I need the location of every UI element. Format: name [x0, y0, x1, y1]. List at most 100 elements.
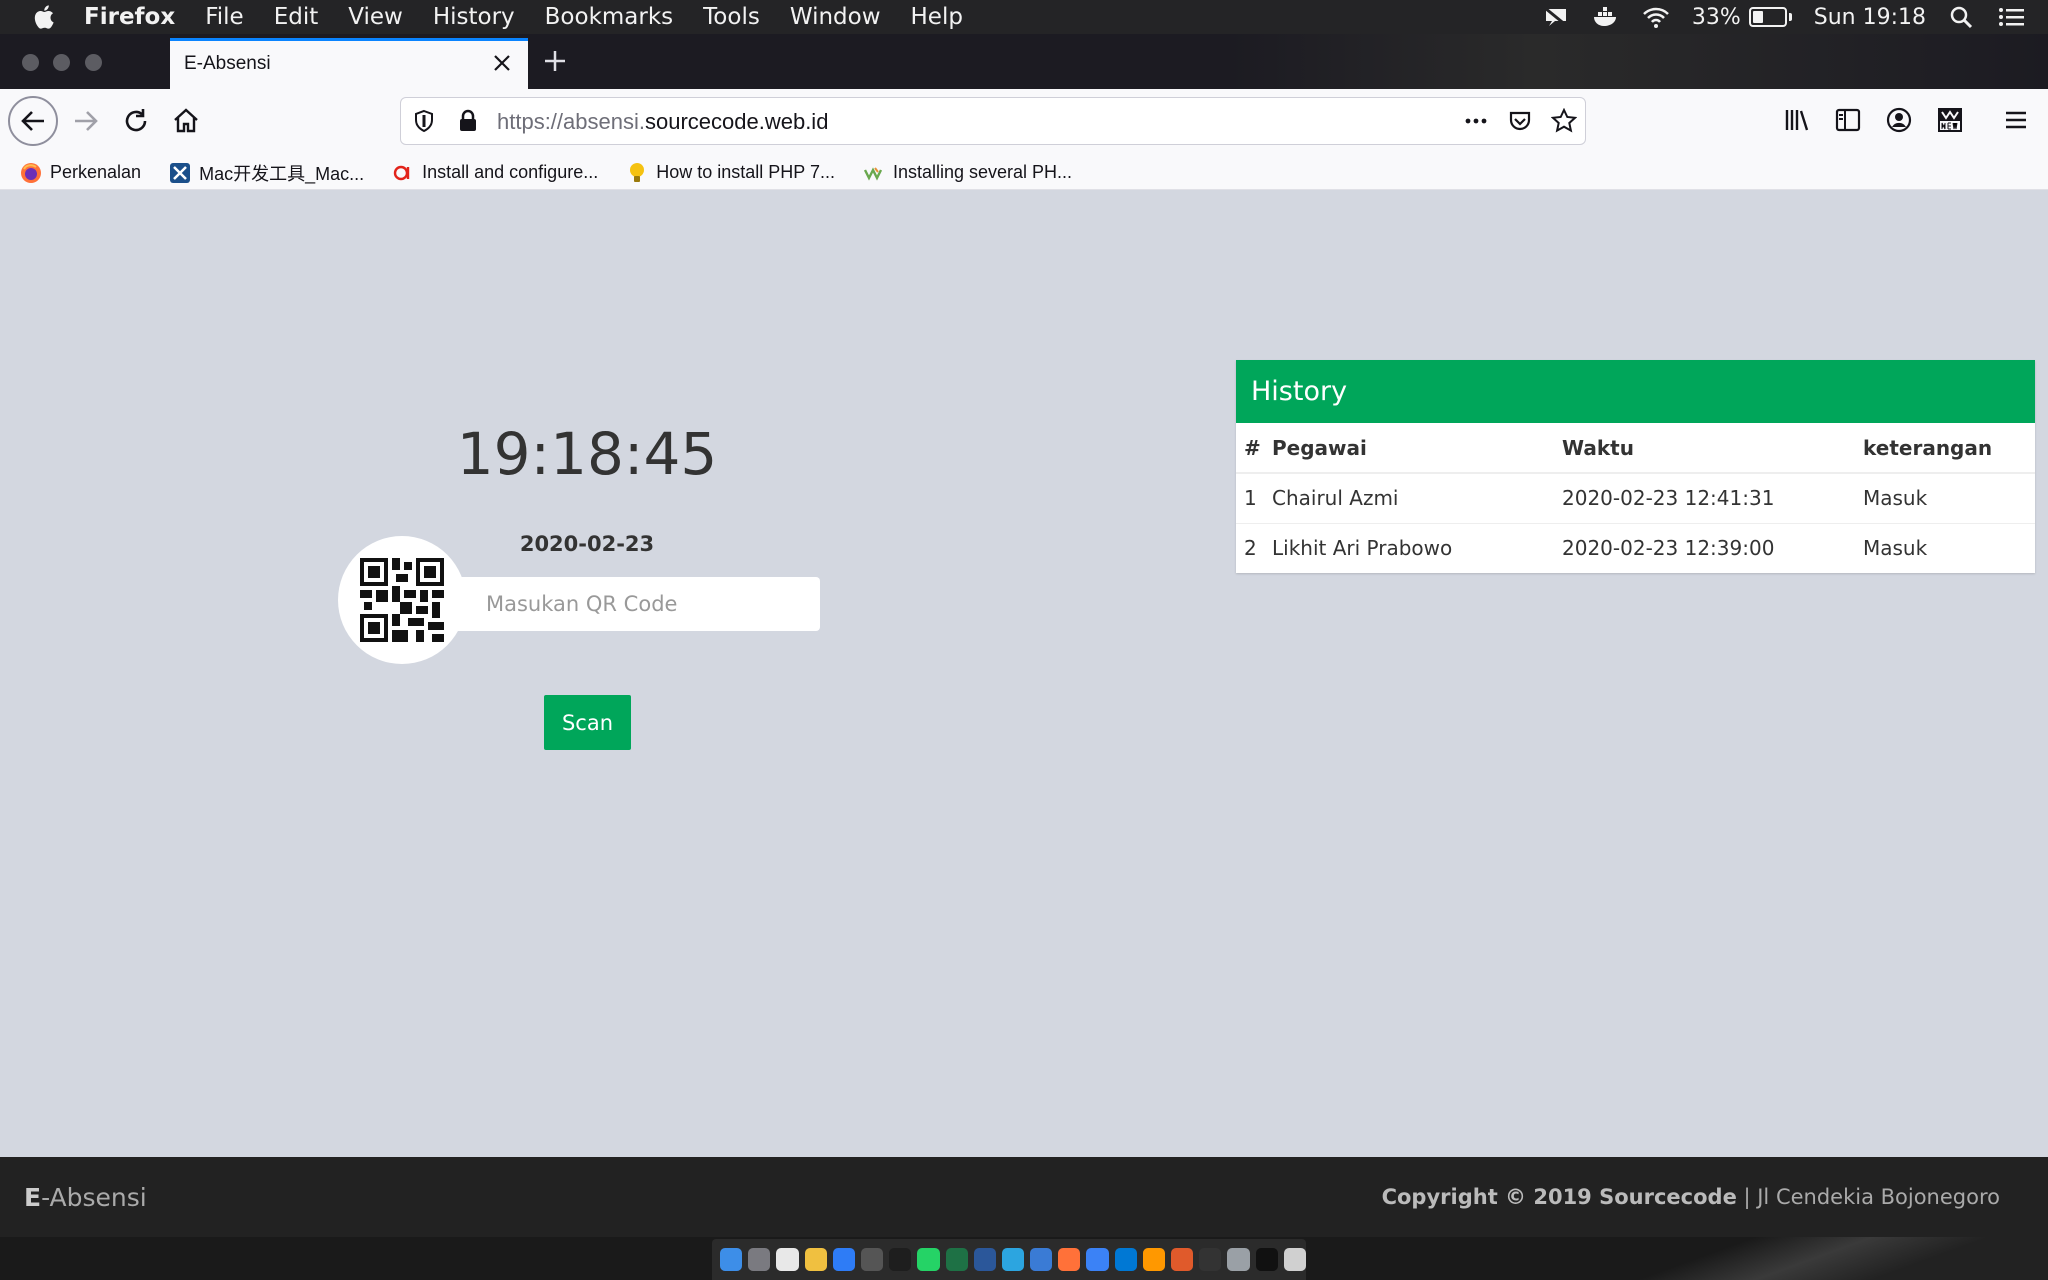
reload-icon — [125, 109, 147, 132]
cell-pegawai: Likhit Ari Prabowo — [1264, 522, 1554, 573]
dock-app-icon[interactable] — [917, 1248, 940, 1271]
back-button[interactable] — [8, 96, 58, 146]
menu-help[interactable]: Help — [911, 4, 963, 30]
dock-app-icon[interactable] — [1199, 1248, 1222, 1271]
tracking-shield-icon[interactable] — [411, 108, 437, 134]
dock-app-icon[interactable] — [832, 1248, 855, 1271]
window-zoom-button[interactable] — [85, 54, 102, 71]
bookmark-label: Mac开发工具_Mac... — [199, 163, 365, 184]
forward-button[interactable] — [62, 97, 110, 145]
bookmark-perkenalan[interactable]: Perkenalan — [20, 162, 141, 184]
dock-app-icon[interactable] — [860, 1248, 884, 1271]
menu-app-firefox[interactable]: Firefox — [84, 4, 175, 30]
url-text[interactable]: https://absensi.sourcecode.web.id — [497, 109, 828, 135]
col-header-number: # — [1236, 423, 1264, 474]
wifi-icon[interactable] — [1642, 5, 1670, 29]
dock-app-icon[interactable] — [1283, 1248, 1306, 1271]
tab-close-icon[interactable] — [490, 51, 514, 75]
desktop-wallpaper-edge — [1580, 1237, 2048, 1280]
menu-tools[interactable]: Tools — [703, 4, 760, 30]
cell-pegawai: Chairul Azmi — [1264, 472, 1554, 523]
page-actions-more-icon[interactable] — [1463, 108, 1489, 134]
home-button[interactable] — [162, 97, 210, 145]
spotlight-search-icon[interactable] — [1948, 5, 1976, 29]
dock-app-icon[interactable] — [973, 1248, 996, 1271]
footer-copyright-bold: Copyright © 2019 Sourcecode — [1381, 1185, 1737, 1209]
menu-view[interactable]: View — [348, 4, 403, 30]
pocket-icon[interactable] — [1507, 108, 1533, 134]
url-bar[interactable]: https://absensi.sourcecode.web.id — [400, 97, 1586, 145]
macos-menubar: Firefox File Edit View History Bookmarks… — [0, 0, 2048, 34]
menu-bookmarks[interactable]: Bookmarks — [545, 4, 674, 30]
battery-status[interactable]: 33% — [1692, 5, 1792, 30]
dock-app-icon[interactable] — [776, 1248, 799, 1271]
bookmark-install-configure[interactable]: Install and configure... — [392, 162, 598, 184]
dock-app-icon[interactable] — [889, 1248, 912, 1271]
dock-app-icon[interactable] — [1086, 1248, 1109, 1271]
app-menu-button[interactable] — [2001, 105, 2033, 137]
dock-app-icon[interactable] — [1227, 1248, 1250, 1271]
table-header-row: # Pegawai Waktu keterangan — [1236, 423, 2035, 474]
dock-app-icon[interactable] — [1058, 1248, 1081, 1271]
scan-button[interactable]: Scan — [544, 695, 631, 750]
dock-app-icon[interactable] — [748, 1248, 771, 1271]
qr-code-badge — [338, 536, 466, 664]
wavy-icon — [863, 162, 885, 184]
new-tab-plus-icon[interactable] — [540, 46, 570, 76]
cell-number: 1 — [1236, 472, 1264, 523]
bookmark-install-php[interactable]: How to install PHP 7... — [626, 162, 835, 184]
live-clock: 19:18:45 — [456, 420, 718, 488]
sidebar-button[interactable] — [1833, 105, 1865, 137]
menu-history[interactable]: History — [433, 4, 515, 30]
menu-edit[interactable]: Edit — [274, 4, 319, 30]
bookmark-label: Perkenalan — [50, 162, 142, 182]
menubar-clock[interactable]: Sun 19:18 — [1814, 5, 1926, 30]
window-minimize-button[interactable] — [53, 54, 70, 71]
bookmark-mac-tools[interactable]: Mac开发工具_Mac... — [169, 160, 364, 186]
library-button[interactable] — [1782, 105, 1814, 137]
lock-icon[interactable] — [455, 108, 481, 134]
arrow-left-icon — [21, 111, 44, 131]
bookmark-label: Installing several PH... — [892, 162, 1073, 182]
footer-address: | Jl Cendekia Bojonegoro — [1736, 1185, 2000, 1209]
account-button[interactable] — [1884, 105, 1916, 137]
url-domain: sourcecode.web.id — [644, 109, 829, 134]
cell-keterangan: Masuk — [1855, 472, 2035, 523]
apple-menu-icon[interactable] — [26, 0, 62, 34]
dock-app-icon[interactable] — [720, 1248, 743, 1271]
browser-tab-strip: E-Absensi — [0, 34, 2048, 89]
col-header-waktu: Waktu — [1554, 423, 1855, 474]
bookmark-star-icon[interactable] — [1551, 108, 1577, 134]
battery-percent: 33% — [1691, 4, 1741, 30]
qr-code-input[interactable] — [440, 577, 820, 631]
menu-file[interactable]: File — [205, 4, 244, 30]
footer-brand-bold: E — [24, 1183, 42, 1212]
battery-fill — [1752, 11, 1763, 23]
dock-app-icon[interactable] — [804, 1248, 827, 1271]
tab-title: E-Absensi — [184, 53, 271, 74]
arrow-right-icon — [75, 111, 98, 131]
docker-icon[interactable] — [1592, 5, 1620, 29]
menubar-status-area: 33% Sun 19:18 — [1542, 0, 2026, 34]
table-row: 2 Likhit Ari Prabowo 2020-02-23 12:39:00… — [1236, 522, 2035, 573]
col-header-pegawai: Pegawai — [1264, 423, 1554, 474]
firefox-icon — [20, 162, 42, 184]
extension-new-button[interactable] — [1935, 105, 1967, 137]
dock-app-icon[interactable] — [945, 1248, 968, 1271]
history-panel: History # Pegawai Waktu keterangan 1 Cha… — [1236, 360, 2035, 573]
bookmark-installing-several[interactable]: Installing several PH... — [863, 162, 1072, 184]
dock-app-icon[interactable] — [1171, 1248, 1194, 1271]
reload-button[interactable] — [112, 97, 160, 145]
notification-center-icon[interactable] — [1998, 5, 2026, 29]
window-close-button[interactable] — [22, 54, 39, 71]
tab-e-absensi[interactable]: E-Absensi — [170, 38, 528, 89]
dock-app-icon[interactable] — [1142, 1248, 1165, 1271]
dock-app-icon[interactable] — [1030, 1248, 1053, 1271]
notification-icon[interactable] — [1542, 5, 1570, 29]
menu-window[interactable]: Window — [790, 4, 881, 30]
dock-app-icon[interactable] — [1001, 1248, 1025, 1271]
dock-app-icon[interactable] — [1114, 1248, 1137, 1271]
library-icon — [1785, 110, 1809, 131]
sidebar-icon — [1835, 108, 1861, 132]
dock-app-icon[interactable] — [1255, 1248, 1278, 1271]
